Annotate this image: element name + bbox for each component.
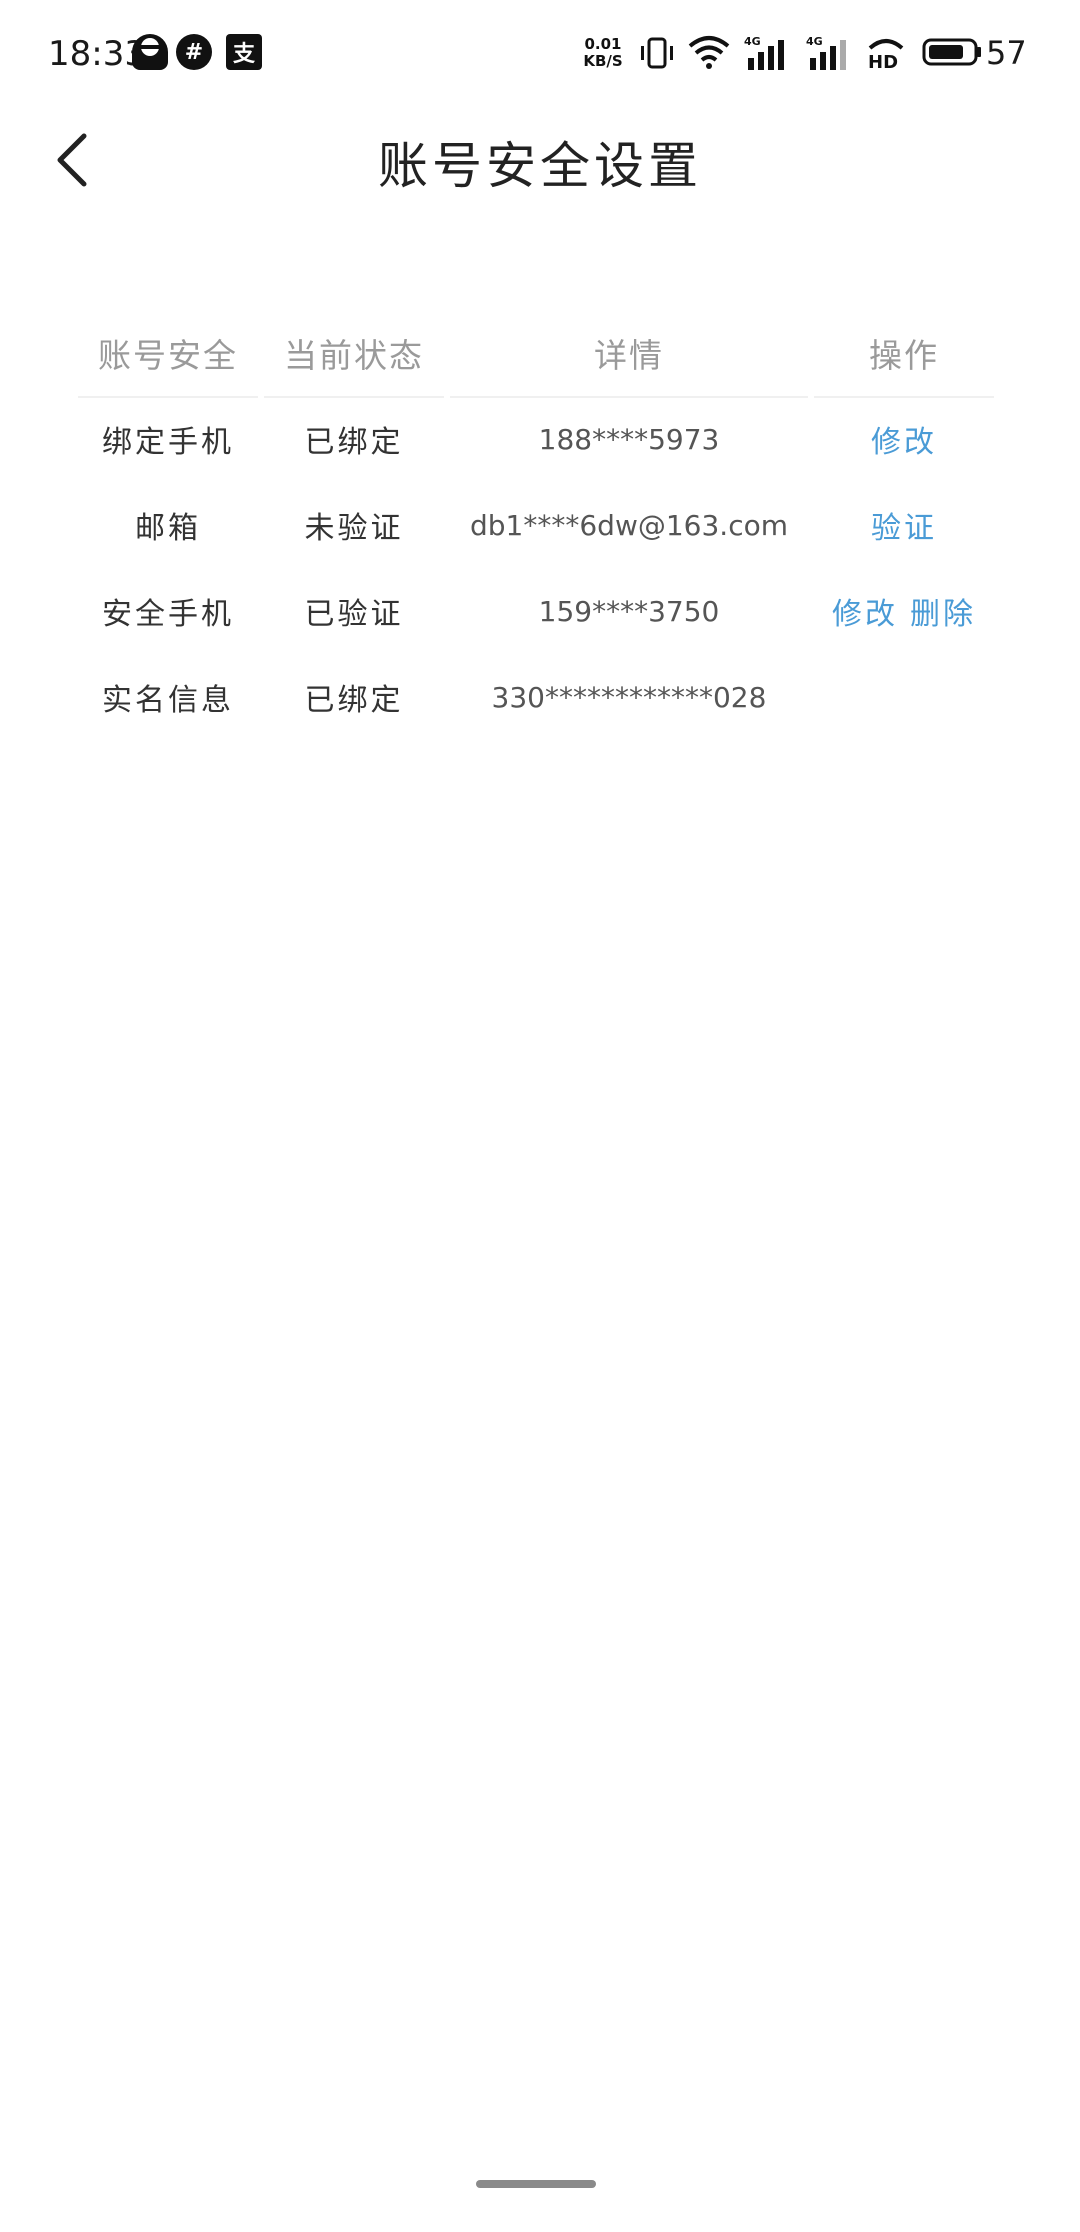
- signal-icon: 4G: [744, 35, 784, 70]
- delete-security-phone-link[interactable]: 删除: [910, 589, 976, 633]
- verify-email-link[interactable]: 验证: [871, 503, 937, 547]
- table-header-row: 账号安全 当前状态 详情 操作: [78, 310, 994, 398]
- row-detail: 159****3750: [538, 594, 720, 628]
- signal-label: 4G: [806, 35, 823, 48]
- network-speed-value: 0.01: [584, 35, 622, 53]
- modify-bound-phone-link[interactable]: 修改: [871, 417, 937, 461]
- person-notification-icon: [132, 34, 168, 70]
- vibrate-icon: [641, 37, 673, 69]
- row-detail: 188****5973: [538, 422, 720, 456]
- table-row: 实名信息 已绑定 330************028: [78, 654, 990, 740]
- network-speed-unit: KB/S: [583, 52, 623, 70]
- row-status: 已绑定: [304, 425, 404, 460]
- column-header-actions: 操作: [814, 310, 994, 398]
- modify-security-phone-link[interactable]: 修改: [832, 589, 898, 633]
- row-status: 已验证: [304, 597, 404, 632]
- row-label: 邮箱: [135, 511, 201, 546]
- hd-label: HD: [868, 52, 898, 72]
- account-security-table: 账号安全 当前状态 详情 操作 绑定手机 已绑定 188****5973 修改 …: [78, 310, 994, 740]
- row-label: 实名信息: [102, 683, 234, 718]
- table-row: 安全手机 已验证 159****3750 修改 删除: [78, 568, 990, 654]
- row-label: 安全手机: [102, 597, 234, 632]
- table-row: 邮箱 未验证 db1****6dw@163.com 验证: [78, 482, 990, 568]
- row-status: 已绑定: [304, 683, 404, 718]
- network-speed: 0.01 KB/S: [578, 36, 628, 70]
- signal-label: 4G: [744, 35, 761, 48]
- row-detail: db1****6dw@163.com: [470, 508, 788, 542]
- row-status: 未验证: [304, 511, 404, 546]
- wifi-icon: [688, 36, 730, 69]
- hd-icon: HD: [868, 39, 904, 72]
- status-bar: 18:33 # 支 0.01 KB/S 4G 4G HD 57: [0, 0, 1080, 100]
- signal-icon: 4G: [806, 35, 846, 70]
- row-detail: 330************028: [491, 680, 767, 714]
- home-indicator[interactable]: [476, 2180, 596, 2188]
- row-actions: 修改 删除: [814, 568, 994, 654]
- hash-notification-icon: #: [176, 34, 212, 70]
- row-label: 绑定手机: [102, 425, 234, 460]
- row-actions: 验证: [814, 482, 994, 568]
- row-actions: [814, 654, 994, 740]
- battery-level: 57: [986, 34, 1027, 72]
- page-title: 账号安全设置: [378, 137, 702, 195]
- alipay-icon: 支: [226, 34, 262, 70]
- table-row: 绑定手机 已绑定 188****5973 修改: [78, 396, 990, 482]
- app-header: 账号安全设置: [0, 110, 1080, 210]
- row-actions: 修改: [814, 396, 994, 482]
- column-header-account-security: 账号安全: [78, 310, 258, 398]
- column-header-status: 当前状态: [264, 310, 444, 398]
- column-header-details: 详情: [450, 310, 808, 398]
- battery-icon: [922, 38, 981, 66]
